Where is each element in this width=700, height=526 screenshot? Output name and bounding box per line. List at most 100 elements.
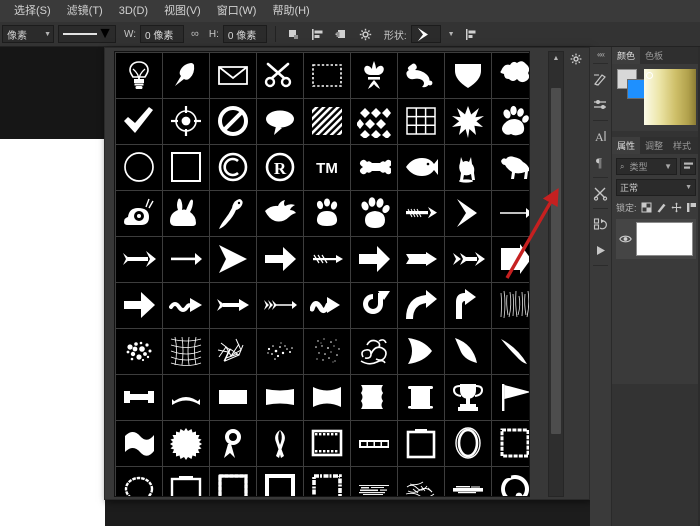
lock-position-icon[interactable] xyxy=(671,202,682,213)
collapse-panels-icon[interactable]: «« xyxy=(590,47,611,61)
shape-cell-banner-curved[interactable] xyxy=(163,375,209,420)
shape-cell-feathered-arrow[interactable] xyxy=(398,191,444,236)
shape-cell-check-mark[interactable] xyxy=(116,99,162,144)
shape-cell-stamp-circle[interactable] xyxy=(492,467,530,497)
shape-cell-scribble-lines[interactable] xyxy=(210,329,256,374)
shape-cell-bold-arrow[interactable] xyxy=(116,283,162,328)
align-edges-button[interactable] xyxy=(462,24,482,44)
shape-cell-copyright-sign[interactable] xyxy=(210,145,256,190)
shape-cell-dog-paw[interactable] xyxy=(351,191,397,236)
shape-cell-trademark-sign[interactable]: TM xyxy=(304,145,350,190)
shape-cell-diamond-grid[interactable] xyxy=(351,99,397,144)
shape-cell-grunge-scratch[interactable] xyxy=(398,467,444,497)
shape-cell-double-barb-arrow[interactable] xyxy=(445,237,491,282)
color-ramp[interactable] xyxy=(644,69,696,125)
shape-cell-grunge-bar[interactable] xyxy=(445,467,491,497)
tab-adjustments[interactable]: 调整 xyxy=(640,137,668,154)
menu-help[interactable]: 帮助(H) xyxy=(264,0,317,22)
shape-cell-registered-sign[interactable]: R xyxy=(257,145,303,190)
shape-cell-trophy[interactable] xyxy=(445,375,491,420)
character-icon[interactable]: A xyxy=(590,123,611,149)
width-input[interactable]: 0 像素 xyxy=(140,25,184,43)
lock-transparency-icon[interactable] xyxy=(641,202,652,213)
shape-cell-slim-arrow[interactable] xyxy=(163,237,209,282)
filter-toggle-button[interactable] xyxy=(680,158,696,175)
shape-cell-spider-web[interactable] xyxy=(163,329,209,374)
shape-cell-cat-paw[interactable] xyxy=(304,191,350,236)
shape-cell-torn-page[interactable] xyxy=(351,375,397,420)
shape-cell-chevron-arrow[interactable] xyxy=(445,191,491,236)
shape-mode-select[interactable]: 像素 ▼ xyxy=(2,25,54,43)
shape-cell-wavy-arrow[interactable] xyxy=(163,283,209,328)
shape-cell-scalloped-frame[interactable] xyxy=(210,467,256,497)
shape-cell-shield-banner[interactable] xyxy=(445,53,491,98)
shape-cell-grunge-splatter[interactable] xyxy=(116,329,162,374)
shape-cell-rough-frame[interactable] xyxy=(492,421,530,466)
lock-image-icon[interactable] xyxy=(656,202,667,213)
shape-cell-block-arrow[interactable] xyxy=(257,237,303,282)
lock-artboard-icon[interactable] xyxy=(686,202,697,213)
shape-cell-scissors[interactable] xyxy=(257,53,303,98)
picker-gear-icon[interactable] xyxy=(569,52,583,66)
height-input[interactable]: 0 像素 xyxy=(223,25,267,43)
shape-cell-chevrons-arrow[interactable] xyxy=(257,283,303,328)
shape-cell-square-outline[interactable] xyxy=(163,145,209,190)
shape-cell-starburst-seal[interactable] xyxy=(163,421,209,466)
shape-cell-picture-frame[interactable] xyxy=(398,421,444,466)
paragraph-icon[interactable]: ¶ xyxy=(590,149,611,175)
shape-cell-paw-print[interactable] xyxy=(492,99,530,144)
shape-cell-parrot[interactable] xyxy=(210,191,256,236)
shape-cell-ornament-swirl[interactable] xyxy=(351,329,397,374)
path-arrangement-button[interactable] xyxy=(332,24,352,44)
shape-cell-thin-line-arrow[interactable] xyxy=(492,191,530,236)
shape-cell-fish[interactable] xyxy=(398,145,444,190)
shape-cell-starburst[interactable] xyxy=(445,99,491,144)
shape-cell-prohibition-sign[interactable] xyxy=(210,99,256,144)
path-alignment-button[interactable] xyxy=(308,24,328,44)
blend-mode-select[interactable]: 正常 ▼ xyxy=(616,179,696,196)
shape-cell-film-strip[interactable] xyxy=(351,421,397,466)
shape-cell-u-turn-arrow[interactable] xyxy=(351,283,397,328)
shape-cell-corner-arrow[interactable] xyxy=(445,283,491,328)
brush-presets-icon[interactable] xyxy=(590,92,611,118)
eye-icon[interactable] xyxy=(619,234,632,244)
history-icon[interactable] xyxy=(590,211,611,237)
shape-dropdown-icon[interactable]: ▼ xyxy=(445,31,458,38)
shape-cell-film-frame[interactable] xyxy=(304,421,350,466)
shape-cell-crescent-thin[interactable] xyxy=(492,329,530,374)
actions-play-icon[interactable] xyxy=(590,237,611,263)
shape-cell-snail[interactable] xyxy=(116,191,162,236)
shape-cell-banner-bowtie[interactable] xyxy=(304,375,350,420)
shape-cell-grunge-frame[interactable] xyxy=(304,467,350,497)
shape-cell-flower-blob[interactable] xyxy=(492,53,530,98)
shape-cell-bird-ornament[interactable] xyxy=(398,53,444,98)
gear-button[interactable] xyxy=(356,24,376,44)
shape-cell-awareness-ribbon[interactable] xyxy=(257,421,303,466)
clone-source-icon[interactable] xyxy=(590,180,611,206)
shape-cell-oval-frame-2[interactable] xyxy=(116,467,162,497)
shape-cell-sharp-arrow[interactable] xyxy=(398,237,444,282)
shape-cell-fleur-de-lis[interactable] xyxy=(351,53,397,98)
document-canvas[interactable] xyxy=(0,139,105,526)
menu-filter[interactable]: 滤镜(T) xyxy=(59,0,111,22)
stroke-style-select[interactable]: ▼ xyxy=(58,25,116,43)
shape-cell-bone[interactable] xyxy=(351,145,397,190)
tab-styles[interactable]: 样式 xyxy=(668,137,696,154)
shape-cell-fat-arrow[interactable] xyxy=(351,237,397,282)
menu-view[interactable]: 视图(V) xyxy=(156,0,209,22)
shape-cell-grunge-strip[interactable] xyxy=(351,467,397,497)
shape-preview[interactable] xyxy=(411,25,441,43)
shape-cell-speech-bubble[interactable] xyxy=(257,99,303,144)
tab-color[interactable]: 颜色 xyxy=(612,47,640,64)
shape-cell-rect-frame[interactable] xyxy=(163,467,209,497)
shape-cell-push-pin[interactable] xyxy=(163,53,209,98)
shape-cell-banner-ribbon[interactable] xyxy=(116,375,162,420)
shape-cell-circle-outline[interactable] xyxy=(116,145,162,190)
layer-filter-select[interactable]: ⌕ 类型 ▼ xyxy=(616,158,677,175)
brush-settings-icon[interactable] xyxy=(590,66,611,92)
shape-cell-banner-rect[interactable] xyxy=(210,375,256,420)
shape-cell-barbed-arrow[interactable] xyxy=(116,237,162,282)
shape-cell-double-head-arrow[interactable] xyxy=(210,283,256,328)
shape-cell-rabbit[interactable] xyxy=(163,191,209,236)
shape-cell-scroll-banner[interactable] xyxy=(398,375,444,420)
